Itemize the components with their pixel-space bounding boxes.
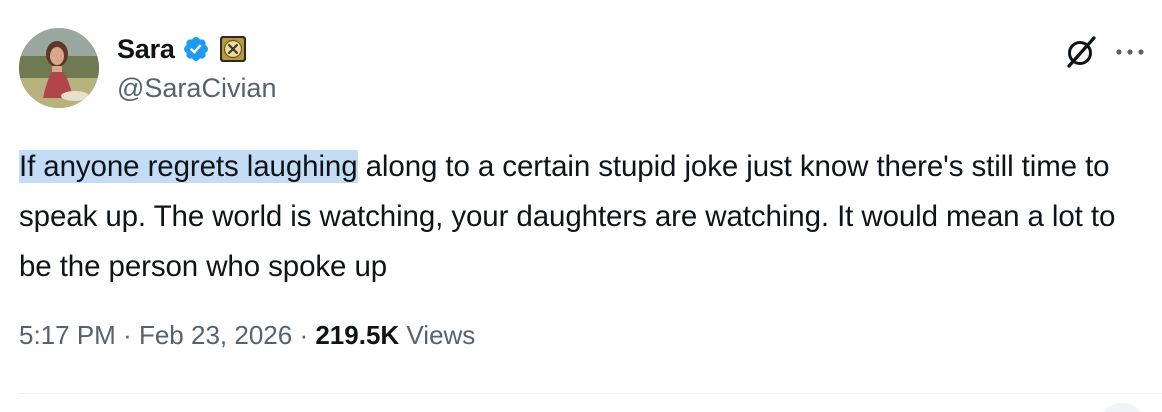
avatar[interactable] [19,28,99,108]
grok-icon[interactable] [1061,32,1101,72]
verified-badge-icon[interactable] [182,35,210,63]
tweet-time[interactable]: 5:17 PM [19,320,116,350]
views-count: 219.5K [315,320,400,350]
author-display-name[interactable]: Sara [117,34,175,65]
views-label: Views [406,320,476,350]
scroll-to-top-button[interactable] [1100,403,1144,412]
meta-separator: · [299,320,309,350]
selected-text: If anyone regrets laughing [19,150,358,183]
affiliate-badge-icon[interactable] [219,35,247,63]
tweet-meta: 5:17 PM · Feb 23, 2026 · 219.5K Views [19,320,475,351]
author-name-row: Sara [117,32,247,66]
tweet-text: If anyone regrets laughing along to a ce… [19,142,1149,292]
tweet-card: Sara @SaraCivian If anyone regrets laugh… [0,0,1162,412]
more-options-icon[interactable] [1112,32,1148,72]
tweet-date[interactable]: Feb 23, 2026 [139,320,292,350]
author-handle[interactable]: @SaraCivian [117,73,276,104]
divider [19,393,1162,394]
meta-separator: · [123,320,132,350]
